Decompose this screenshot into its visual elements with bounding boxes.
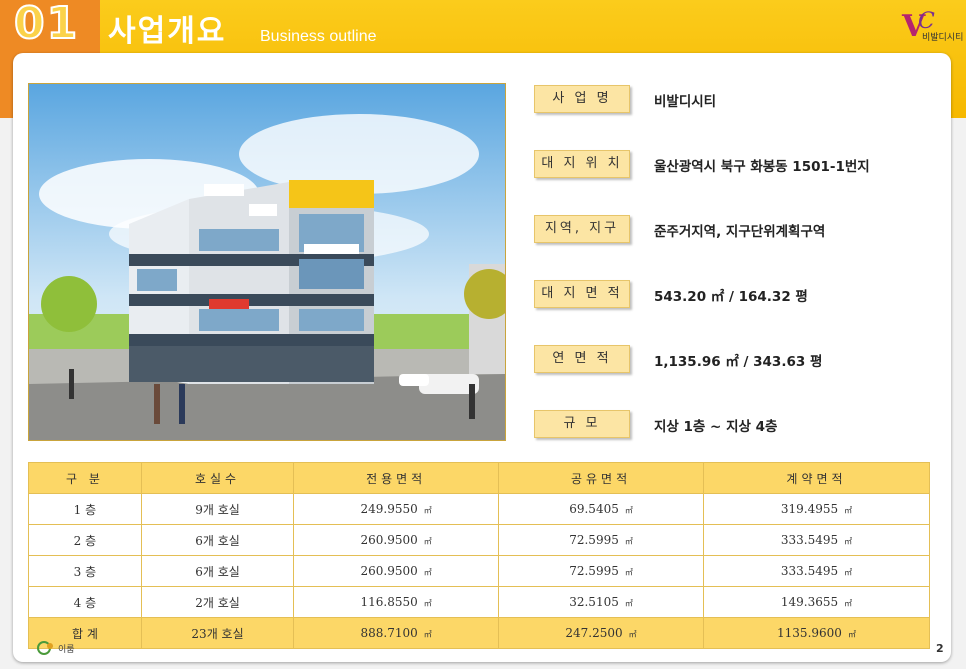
info-value-location: 울산광역시 북구 화봉동 1501-1번지 (654, 159, 870, 175)
info-label-scale: 규 모 (534, 410, 630, 438)
table-cell: 72.5995 ㎡ (498, 555, 704, 587)
table-row: 1 층 9개 호실 249.9550 ㎡ 69.5405 ㎡ 319.4955 ㎡ (28, 493, 931, 525)
info-label-location: 대 지 위 치 (534, 150, 630, 178)
table-cell: 2개 호실 (140, 586, 295, 618)
table-cell: 1135.9600 ㎡ (702, 617, 931, 649)
info-value-zoning: 준주거지역, 지구단위계획구역 (654, 224, 826, 240)
info-label-floor-area: 연 면 적 (534, 345, 630, 373)
page-title: 사업개요 (108, 14, 227, 49)
table-cell: 260.9500 ㎡ (293, 524, 500, 556)
table-header-cell: 전용면적 (293, 462, 500, 494)
table-cell: 888.7100 ㎡ (293, 617, 500, 649)
info-value-floor-area: 1,135.96 ㎡ / 343.63 평 (654, 354, 823, 370)
info-value-site-area: 543.20 ㎡ / 164.32 평 (654, 289, 808, 305)
table-cell: 32.5105 ㎡ (498, 586, 704, 618)
table-row: 2 층 6개 호실 260.9500 ㎡ 72.5995 ㎡ 333.5495 ㎡ (28, 524, 931, 556)
table-cell: 2 층 (28, 524, 142, 556)
table-cell: 333.5495 ㎡ (702, 555, 931, 587)
table-cell: 6개 호실 (140, 555, 295, 587)
table-cell: 23개 호실 (140, 617, 295, 649)
table-row: 3 층 6개 호실 260.9500 ㎡ 72.5995 ㎡ 333.5495 ㎡ (28, 555, 931, 587)
page-number: 2 (936, 642, 944, 655)
table-cell: 319.4955 ㎡ (702, 493, 931, 525)
table-row: 4 층 2개 호실 116.8550 ㎡ 32.5105 ㎡ 149.3655 ㎡ (28, 586, 931, 618)
table-cell: 69.5405 ㎡ (498, 493, 704, 525)
table-cell: 72.5995 ㎡ (498, 524, 704, 556)
footer-logo-text: 이룸 (58, 645, 75, 655)
table-header-cell: 계약면적 (702, 462, 931, 494)
table-cell: 4 층 (28, 586, 142, 618)
info-label-zoning: 지역, 지구 (534, 215, 630, 243)
info-value-project: 비발디시티 (654, 94, 717, 110)
table-cell: 9개 호실 (140, 493, 295, 525)
table-header-row: 구 분 호실수 전용면적 공유면적 계약면적 (28, 462, 931, 494)
table-cell: 333.5495 ㎡ (702, 524, 931, 556)
table-cell: 1 층 (28, 493, 142, 525)
table-header-cell: 구 분 (28, 462, 142, 494)
table-cell: 247.2500 ㎡ (498, 617, 704, 649)
table-cell: 149.3655 ㎡ (702, 586, 931, 618)
page-subtitle: Business outline (260, 28, 377, 45)
table-cell: 116.8550 ㎡ (293, 586, 500, 618)
info-label-project: 사 업 명 (534, 85, 630, 113)
table-total-row: 합 계 23개 호실 888.7100 ㎡ 247.2500 ㎡ 1135.9600… (28, 617, 931, 649)
section-number: 01 (13, 0, 80, 50)
table-cell: 6개 호실 (140, 524, 295, 556)
info-value-scale: 지상 1층 ~ 지상 4층 (654, 419, 778, 435)
table-header-cell: 공유면적 (498, 462, 704, 494)
info-label-site-area: 대 지 면 적 (534, 280, 630, 308)
area-table: 구 분 호실수 전용면적 공유면적 계약면적 1 층 9개 호실 249.955… (28, 462, 931, 649)
table-cell: 249.9550 ㎡ (293, 493, 500, 525)
brand-logo-text: 비발디시티 (922, 33, 964, 43)
table-cell: 260.9500 ㎡ (293, 555, 500, 587)
table-header-cell: 호실수 (140, 462, 295, 494)
table-cell: 3 층 (28, 555, 142, 587)
building-rendering-image (28, 83, 506, 441)
